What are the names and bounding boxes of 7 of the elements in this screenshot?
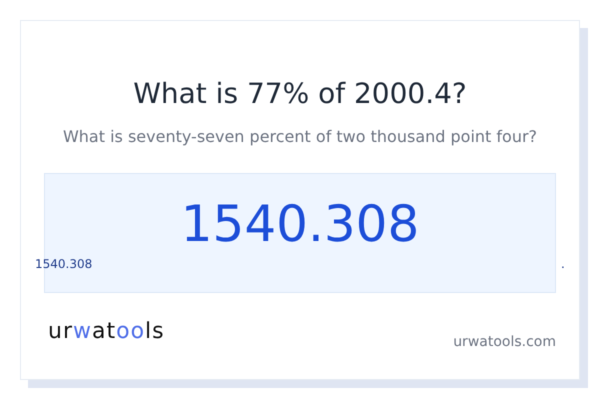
trailing-dot: . — [561, 256, 565, 272]
result-caption: 1540.308 — [35, 256, 92, 272]
question-subtitle: What is seventy-seven percent of two thousand point four? — [62, 126, 538, 148]
site-url: urwatools.com — [453, 333, 556, 351]
question-title: What is 77% of 2000.4? — [133, 76, 467, 112]
result-value: 1540.308 — [180, 194, 420, 255]
logo: urwatools — [48, 319, 165, 345]
